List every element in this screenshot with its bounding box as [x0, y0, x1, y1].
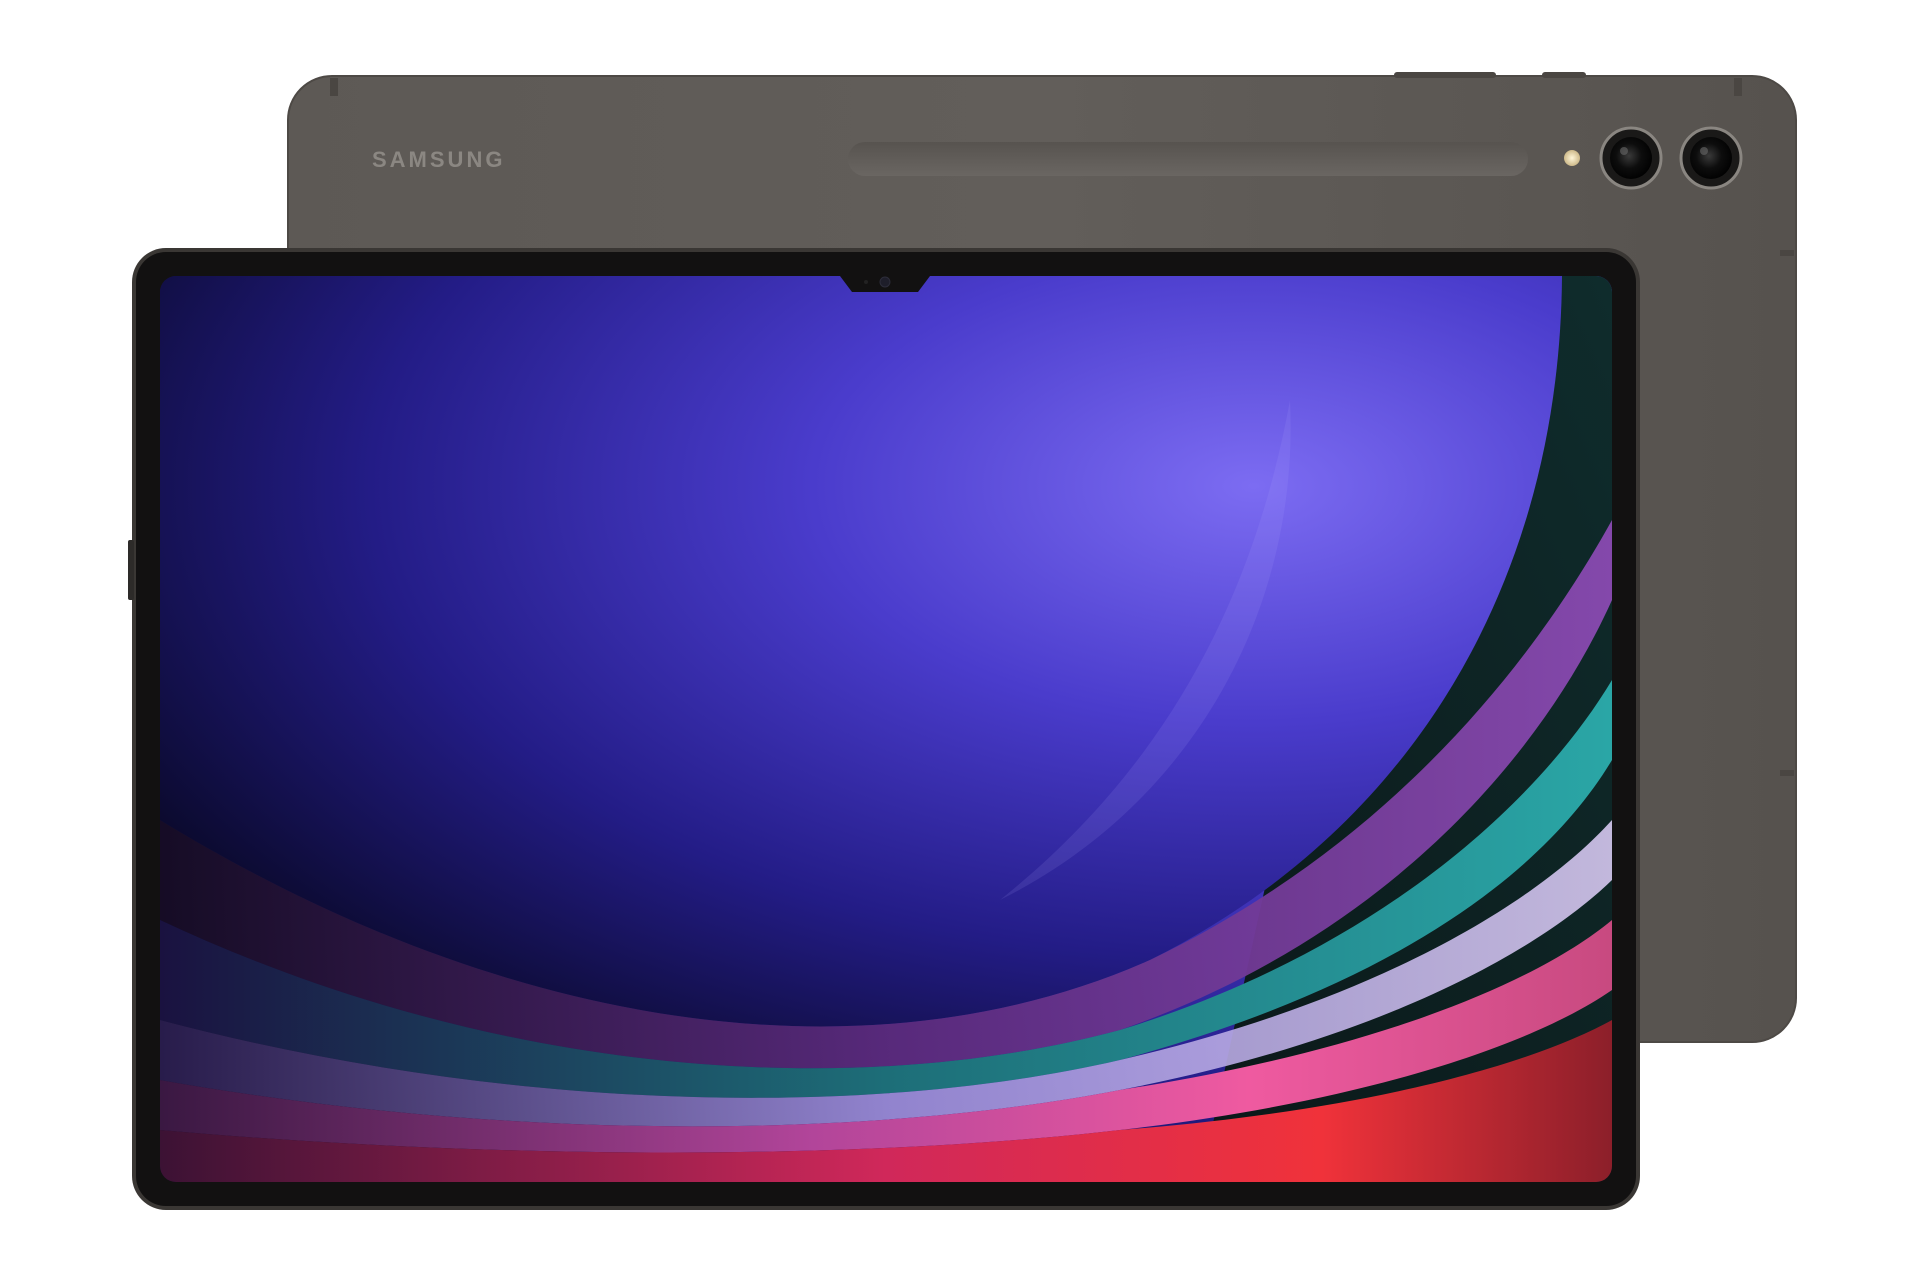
- front-camera-icon: [879, 276, 891, 288]
- sensor-icon: [864, 280, 868, 284]
- tablet-illustration: SAMSUNG: [128, 72, 1797, 1210]
- camera-lens-icon: [1599, 126, 1663, 190]
- s-pen-slot: [848, 142, 1528, 176]
- screen-wallpaper: [160, 276, 1612, 1182]
- side-button: [128, 540, 134, 600]
- power-button: [1542, 72, 1586, 78]
- volume-button: [1394, 72, 1496, 78]
- samsung-logo: SAMSUNG: [372, 147, 505, 172]
- antenna-line: [1780, 250, 1794, 256]
- tablet-front: [128, 248, 1640, 1210]
- product-image: SAMSUNG: [0, 0, 1920, 1280]
- antenna-line: [330, 78, 338, 96]
- camera-flash-icon: [1564, 150, 1580, 166]
- antenna-line: [1734, 78, 1742, 96]
- camera-lens-icon: [1679, 126, 1743, 190]
- antenna-line: [1780, 770, 1794, 776]
